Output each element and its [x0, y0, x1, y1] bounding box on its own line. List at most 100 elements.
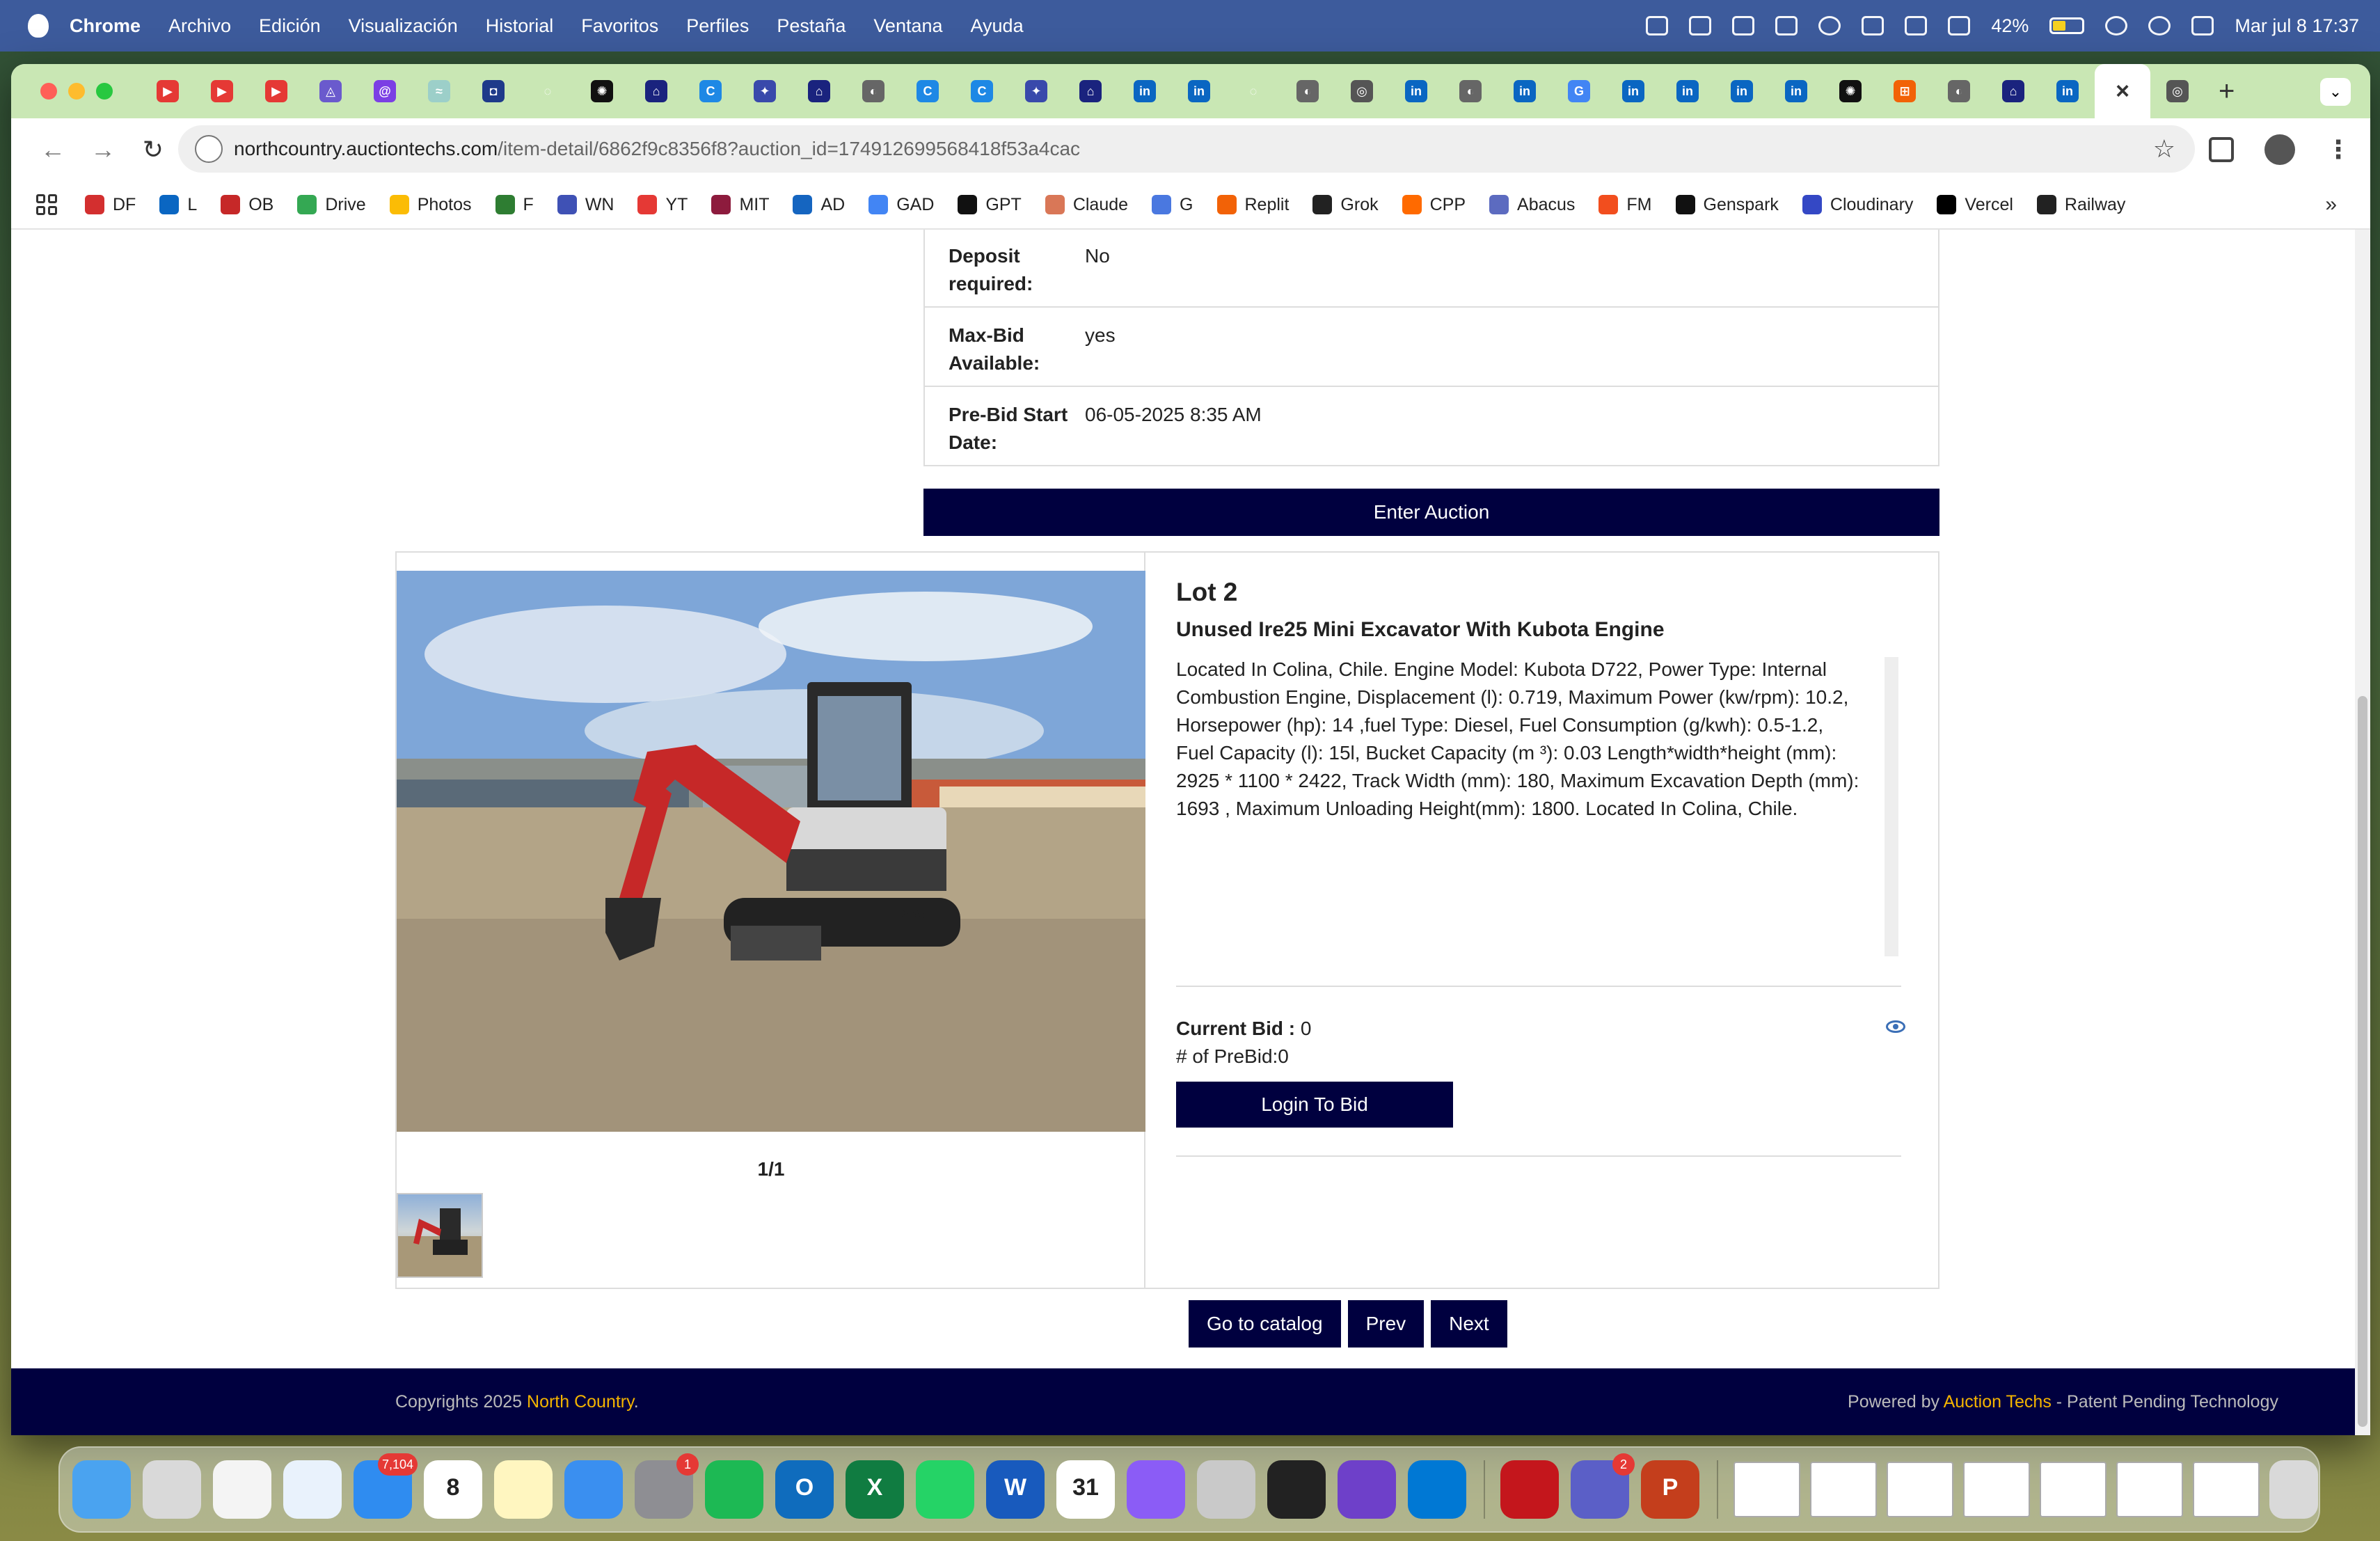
lot-main-image[interactable]: IRE25	[397, 571, 1145, 1132]
menu-ventana[interactable]: Ventana	[873, 15, 942, 37]
forward-button[interactable]: →	[78, 135, 128, 164]
menu-pestana[interactable]: Pestaña	[777, 15, 846, 37]
chrome-icon[interactable]	[213, 1460, 271, 1519]
tab-14[interactable]: C	[901, 64, 955, 118]
calendar-icon[interactable]: 8	[424, 1460, 482, 1519]
screenshot-icon[interactable]	[1646, 16, 1669, 35]
bookmark-vercel[interactable]: Vercel	[1937, 195, 2013, 215]
tab-19[interactable]: in	[1172, 64, 1226, 118]
close-tab-icon[interactable]: ×	[2116, 78, 2129, 105]
outlook-icon[interactable]: O	[775, 1460, 834, 1519]
more-bookmarks-icon[interactable]: »	[2325, 193, 2337, 216]
description-scrollbar[interactable]	[1885, 657, 1898, 956]
bookmark-mit[interactable]: MIT	[711, 195, 769, 215]
menu-historial[interactable]: Historial	[486, 15, 554, 37]
bookmark-gad[interactable]: GAD	[868, 195, 934, 215]
enter-auction-button[interactable]: Enter Auction	[923, 489, 1939, 536]
bookmark-wn[interactable]: WN	[557, 195, 614, 215]
bookmark-df[interactable]: DF	[85, 195, 136, 215]
tab-chrome[interactable]: ◎	[2150, 64, 2205, 118]
play-icon[interactable]	[1818, 16, 1841, 35]
auction-techs-link[interactable]: Auction Techs	[1944, 1392, 2052, 1412]
bookmark-abacus[interactable]: Abacus	[1489, 195, 1575, 215]
bookmark-claude[interactable]: Claude	[1045, 195, 1128, 215]
go-to-catalog-button[interactable]: Go to catalog	[1189, 1300, 1341, 1348]
bookmark-grok[interactable]: Grok	[1312, 195, 1379, 215]
keynote-icon[interactable]	[564, 1460, 623, 1519]
tab-25[interactable]: in	[1498, 64, 1552, 118]
bookmark-ad[interactable]: AD	[793, 195, 845, 215]
spotify-icon[interactable]	[705, 1460, 763, 1519]
reload-button[interactable]: ↻	[128, 135, 178, 164]
tab-1[interactable]: ▶	[195, 64, 249, 118]
new-tab-button[interactable]: +	[2219, 76, 2235, 107]
calendar-31-icon[interactable]: 31	[1056, 1460, 1115, 1519]
tab-16[interactable]: ✦	[1009, 64, 1063, 118]
tab-24[interactable]: ◐	[1443, 64, 1498, 118]
github-icon[interactable]	[1338, 1460, 1396, 1519]
address-bar[interactable]: northcountry.auctiontechs.com/item-detai…	[178, 125, 2195, 173]
teams-icon[interactable]: 2	[1571, 1453, 1635, 1519]
back-button[interactable]: ←	[28, 135, 78, 164]
scrollbar-thumb[interactable]	[2358, 696, 2367, 1427]
tab-search-button[interactable]: ⌄	[2320, 78, 2351, 106]
tab-18[interactable]: in	[1118, 64, 1172, 118]
tab-20[interactable]: ◌	[1226, 64, 1280, 118]
login-to-bid-button[interactable]: Login To Bid	[1176, 1082, 1453, 1128]
next-button[interactable]: Next	[1431, 1300, 1507, 1348]
safari-icon[interactable]	[283, 1460, 342, 1519]
word-icon[interactable]: W	[986, 1460, 1045, 1519]
apps-grid-icon[interactable]	[36, 194, 57, 215]
recent-document[interactable]	[1963, 1462, 2030, 1517]
notes-icon[interactable]	[494, 1460, 553, 1519]
excel-icon[interactable]: X	[846, 1460, 904, 1519]
recent-document[interactable]	[1734, 1462, 1800, 1517]
bookmark-replit[interactable]: Replit	[1216, 195, 1289, 215]
zoom-window-button[interactable]	[96, 83, 113, 100]
control-center-icon[interactable]	[2191, 16, 2214, 35]
menu-favoritos[interactable]: Favoritos	[581, 15, 658, 37]
battery-icon[interactable]	[2049, 17, 2085, 34]
tab-15[interactable]: C	[955, 64, 1009, 118]
tab-3[interactable]: ◬	[303, 64, 358, 118]
tab-6[interactable]: ◘	[466, 64, 521, 118]
vpn-icon[interactable]	[1689, 16, 1712, 35]
prev-button[interactable]: Prev	[1347, 1300, 1425, 1348]
tab-26[interactable]: G	[1552, 64, 1606, 118]
whatsapp-icon[interactable]	[916, 1460, 974, 1519]
drive-icon[interactable]	[1775, 16, 1798, 35]
menu-visualizacion[interactable]: Visualización	[349, 15, 458, 37]
tab-active[interactable]: ×	[2095, 64, 2150, 118]
tab-29[interactable]: in	[1715, 64, 1769, 118]
tab-33[interactable]: ◐	[1932, 64, 1986, 118]
powerpoint-icon[interactable]: P	[1641, 1460, 1699, 1519]
tab-2[interactable]: ▶	[249, 64, 303, 118]
acrobat-icon[interactable]	[1500, 1460, 1559, 1519]
bookmark-cpp[interactable]: CPP	[1402, 195, 1466, 215]
finder-icon[interactable]	[72, 1460, 131, 1519]
menu-ayuda[interactable]: Ayuda	[971, 15, 1024, 37]
clock[interactable]: Mar jul 8 17:37	[2235, 15, 2359, 37]
recent-document[interactable]	[1810, 1462, 1877, 1517]
tab-27[interactable]: in	[1606, 64, 1660, 118]
recent-document[interactable]	[2116, 1462, 2183, 1517]
tab-30[interactable]: in	[1769, 64, 1823, 118]
bookmark-photos[interactable]: Photos	[389, 195, 472, 215]
trash-icon[interactable]	[2269, 1460, 2318, 1519]
watch-eye-icon[interactable]	[1886, 1020, 1905, 1033]
lot-thumbnail[interactable]	[397, 1193, 483, 1278]
menu-edicion[interactable]: Edición	[259, 15, 321, 37]
tab-9[interactable]: ⌂	[629, 64, 683, 118]
settings-icon[interactable]: 1	[635, 1453, 699, 1519]
extensions-icon[interactable]	[2209, 137, 2234, 162]
page-scrollbar[interactable]	[2355, 230, 2370, 1435]
recent-document[interactable]	[1887, 1462, 1953, 1517]
bookmark-cloudinary[interactable]: Cloudinary	[1802, 195, 1913, 215]
bookmark-ob[interactable]: OB	[221, 195, 273, 215]
tab-28[interactable]: in	[1660, 64, 1715, 118]
close-window-button[interactable]	[40, 83, 57, 100]
menu-app-name[interactable]: Chrome	[70, 15, 141, 37]
tab-32[interactable]: ⊞	[1878, 64, 1932, 118]
bookmark-genspark[interactable]: Genspark	[1675, 195, 1779, 215]
tab-12[interactable]: ⌂	[792, 64, 846, 118]
